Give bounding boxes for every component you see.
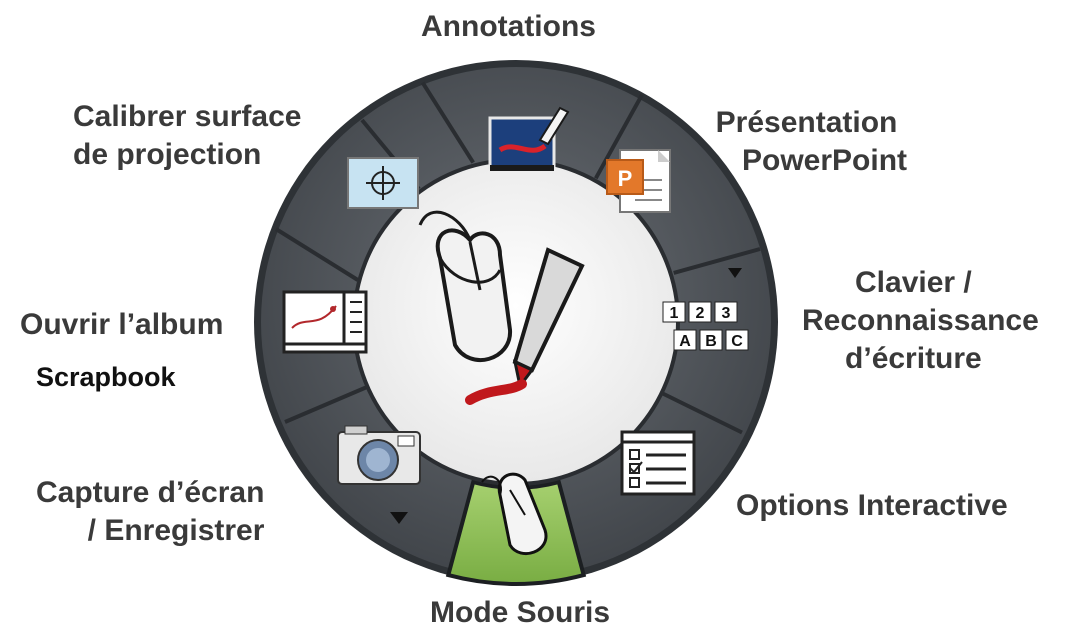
label-clavier-line1: Clavier / — [855, 266, 972, 299]
label-capture-line1: Capture d’écran — [36, 476, 265, 509]
label-mode-souris: Mode Souris — [430, 596, 611, 629]
label-calibrer: Calibrer surface de projection — [73, 98, 301, 174]
key-1: 1 — [670, 305, 679, 322]
checklist-icon — [620, 430, 696, 496]
svg-text:P: P — [618, 166, 633, 191]
label-options-interactive: Options Interactive — [736, 489, 1008, 522]
label-presentation-line1: Présentation — [715, 106, 898, 139]
label-calibrer-line1: Calibrer surface — [73, 100, 302, 133]
scrapbook-icon — [282, 290, 368, 354]
label-annotations: Annotations — [421, 10, 596, 43]
key-a: A — [679, 333, 691, 350]
label-ouvrir-album: Ouvrir l’album — [20, 308, 224, 341]
key-2: 2 — [696, 305, 705, 322]
calibrate-target-icon — [347, 157, 419, 209]
tool-wheel-diagram: P 1 2 3 A B C Annotations Présentation P… — [0, 0, 1071, 637]
key-c: C — [731, 333, 743, 350]
label-clavier: Clavier / Reconnaissance d’écriture — [788, 264, 1039, 378]
label-clavier-line2: Reconnaissance — [802, 304, 1039, 337]
key-b: B — [705, 333, 717, 350]
label-clavier-line3: d’écriture — [845, 342, 982, 375]
label-capture-line2: / Enregistrer — [87, 514, 265, 547]
label-scrapbook: Scrapbook — [36, 362, 176, 392]
key-3: 3 — [722, 305, 731, 322]
label-calibrer-line2: de projection — [73, 138, 262, 171]
label-capture: Capture d’écran / Enregistrer — [36, 474, 264, 550]
label-presentation-line2: PowerPoint — [742, 144, 908, 177]
label-presentation-powerpoint: Présentation PowerPoint — [706, 104, 907, 180]
